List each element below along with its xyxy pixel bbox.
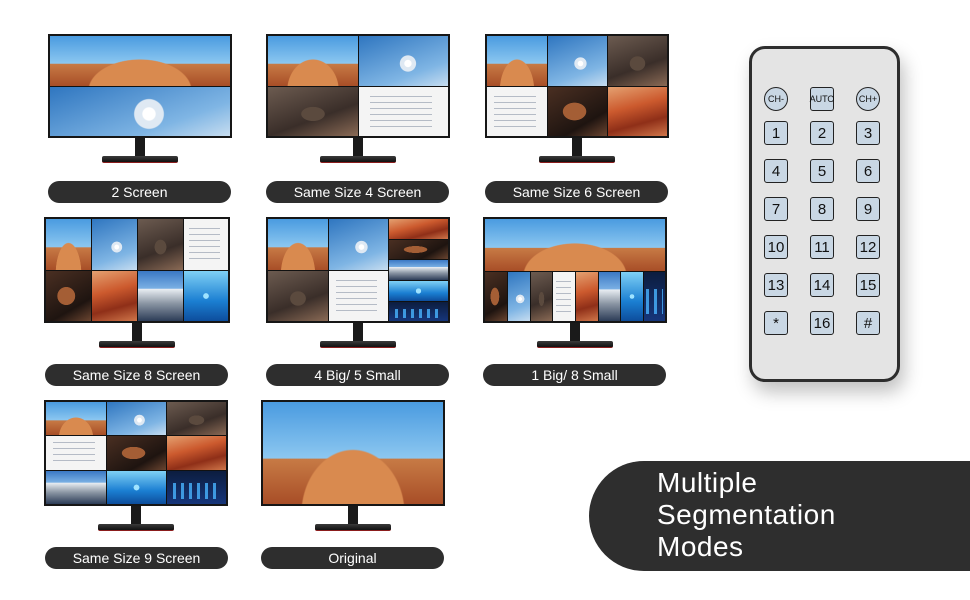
key-1[interactable]: 1 — [764, 121, 788, 145]
mode-label-4big-5small: 4 Big/ 5 Small — [266, 364, 449, 386]
key-2[interactable]: 2 — [810, 121, 834, 145]
mode-label-original: Original — [261, 547, 444, 569]
key-12[interactable]: 12 — [856, 235, 880, 259]
segmentation-banner: Multiple Segmentation Modes — [589, 461, 970, 571]
auto-button[interactable]: AUTO — [810, 87, 834, 111]
banner-line-2: Segmentation — [657, 499, 836, 530]
key-10[interactable]: 10 — [764, 235, 788, 259]
key-7[interactable]: 7 — [764, 197, 788, 221]
banner-line-3: Modes — [657, 531, 744, 562]
mode-label-1big-8small: 1 Big/ 8 Small — [483, 364, 666, 386]
key-8[interactable]: 8 — [810, 197, 834, 221]
mode-label-same-size-8: Same Size 8 Screen — [45, 364, 228, 386]
key-9[interactable]: 9 — [856, 197, 880, 221]
key-11[interactable]: 11 — [810, 235, 834, 259]
mode-label-same-size-6: Same Size 6 Screen — [485, 181, 668, 203]
mode-label-same-size-9: Same Size 9 Screen — [45, 547, 228, 569]
mode-label-2-screen: 2 Screen — [48, 181, 231, 203]
key-15[interactable]: 15 — [856, 273, 880, 297]
ch-plus-button[interactable]: CH+ — [856, 87, 880, 111]
key-14[interactable]: 14 — [810, 273, 834, 297]
key-6[interactable]: 6 — [856, 159, 880, 183]
key-5[interactable]: 5 — [810, 159, 834, 183]
key-4[interactable]: 4 — [764, 159, 788, 183]
mode-label-same-size-4: Same Size 4 Screen — [266, 181, 449, 203]
key-16[interactable]: 16 — [810, 311, 834, 335]
ch-minus-button[interactable]: CH- — [764, 87, 788, 111]
key-3[interactable]: 3 — [856, 121, 880, 145]
key-13[interactable]: 13 — [764, 273, 788, 297]
banner-line-1: Multiple — [657, 467, 758, 498]
key-star[interactable]: * — [764, 311, 788, 335]
remote-control: CH- AUTO CH+ 1 2 3 4 5 6 7 8 9 10 11 12 … — [749, 46, 900, 382]
key-hash[interactable]: # — [856, 311, 880, 335]
